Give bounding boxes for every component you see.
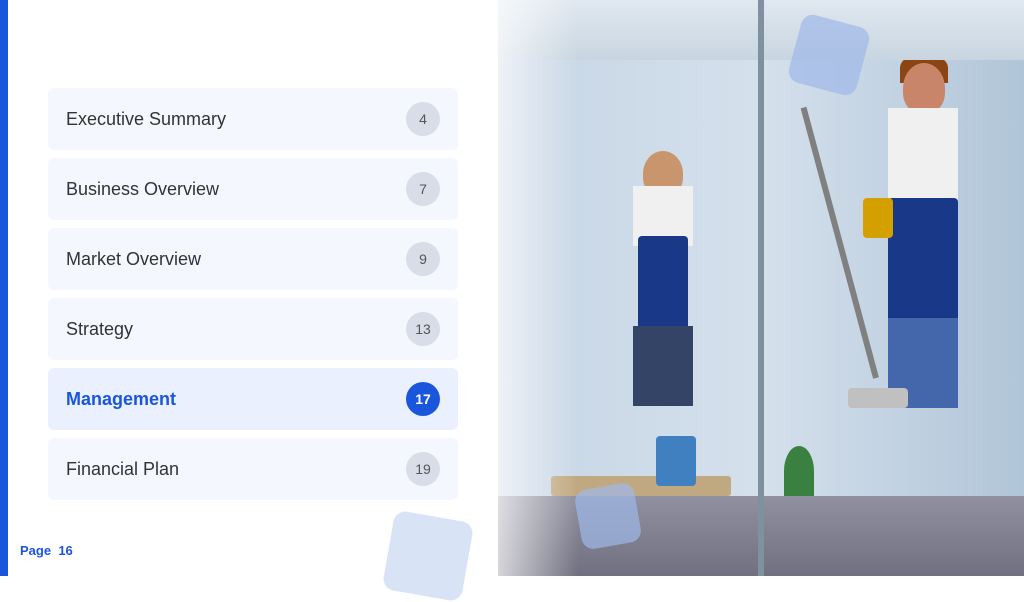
slide: Executive Summary 4 Business Overview 7 … [0, 0, 1024, 576]
toc-label-market-overview: Market Overview [66, 249, 201, 270]
toc-item-strategy[interactable]: Strategy 13 [48, 298, 458, 360]
toc-item-market-overview[interactable]: Market Overview 9 [48, 228, 458, 290]
toc-label-management: Management [66, 389, 176, 410]
glass-door [758, 0, 764, 576]
toc-label-executive-summary: Executive Summary [66, 109, 226, 130]
toc-page-financial-plan: 19 [406, 452, 440, 486]
left-panel: Executive Summary 4 Business Overview 7 … [8, 0, 498, 576]
worker-right-shirt [888, 108, 958, 208]
worker-right-apron [888, 198, 958, 328]
office-chair [656, 436, 696, 486]
toc-page-business-overview: 7 [406, 172, 440, 206]
toc-item-management[interactable]: Management 17 [48, 368, 458, 430]
toc-page-executive-summary: 4 [406, 102, 440, 136]
toc-label-strategy: Strategy [66, 319, 133, 340]
left-accent-bar [0, 0, 8, 576]
page-number-value: 16 [58, 543, 72, 558]
mop-head [848, 388, 908, 408]
deco-shape-bottom-right [573, 481, 643, 551]
worker-right-head [903, 63, 945, 113]
toc-label-business-overview: Business Overview [66, 179, 219, 200]
office-plant [784, 446, 814, 496]
worker-right-gloves [863, 198, 893, 238]
worker-left-pants [633, 326, 693, 406]
page-label: Page [20, 543, 51, 558]
toc-item-executive-summary[interactable]: Executive Summary 4 [48, 88, 458, 150]
toc-label-financial-plan: Financial Plan [66, 459, 179, 480]
page-number: Page 16 [20, 543, 73, 558]
toc-item-financial-plan[interactable]: Financial Plan 19 [48, 438, 458, 500]
toc-page-strategy: 13 [406, 312, 440, 346]
scene-fade-left [498, 0, 578, 576]
toc-item-business-overview[interactable]: Business Overview 7 [48, 158, 458, 220]
worker-left [603, 86, 723, 406]
worker-right [848, 58, 998, 408]
toc-page-market-overview: 9 [406, 242, 440, 276]
deco-shape-bottom-left [382, 510, 475, 602]
right-panel [498, 0, 1024, 576]
scene-image [498, 0, 1024, 576]
toc-page-management: 17 [406, 382, 440, 416]
table-of-contents: Executive Summary 4 Business Overview 7 … [48, 88, 458, 508]
